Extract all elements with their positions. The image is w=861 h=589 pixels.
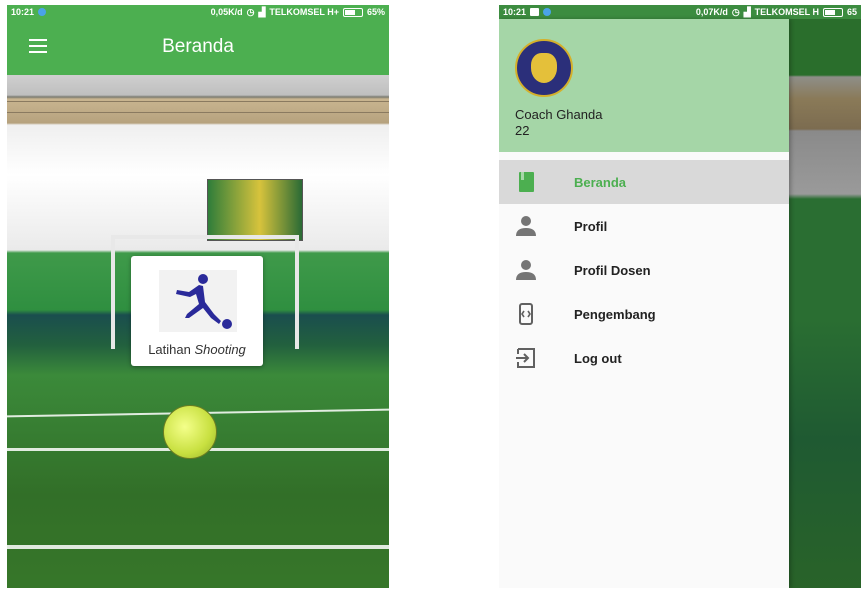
soccer-ball-image	[163, 405, 217, 459]
battery-level: 65%	[366, 7, 385, 17]
nav-item-pengembang[interactable]: Pengembang	[499, 292, 789, 336]
roof-beam	[7, 112, 389, 113]
drawer-header: Coach Ghanda 22	[499, 19, 789, 152]
page-title: Beranda	[162, 36, 234, 57]
court-line	[7, 545, 389, 549]
alarm-icon: ◷	[731, 6, 740, 17]
status-time: 10:21	[503, 7, 527, 17]
code-icon	[519, 303, 533, 325]
gallery-notification-icon	[530, 8, 540, 16]
user-name: Coach Ghanda	[515, 107, 603, 122]
logout-icon	[516, 348, 535, 368]
nav-item-profil[interactable]: Profil	[499, 204, 789, 248]
wall-poster	[207, 179, 303, 241]
card-label-text: Latihan	[148, 342, 195, 357]
home-screen: 10:21 0,05K/d ◷ ▟ TELKOMSEL H+ 65% Beran…	[7, 5, 389, 588]
nav-item-beranda[interactable]: Beranda	[499, 160, 789, 204]
roof-beam	[7, 101, 389, 102]
network-speed: 0,05K/d	[210, 7, 243, 17]
signal-icon: ▟	[258, 6, 266, 17]
notification-icon	[543, 8, 552, 16]
battery-icon	[342, 7, 363, 17]
person-icon	[516, 260, 536, 280]
network-speed: 0,07K/d	[695, 7, 728, 17]
book-icon	[519, 172, 534, 192]
battery-icon	[822, 7, 843, 17]
dimmed-background[interactable]	[789, 19, 861, 588]
status-bar: 10:21 0,05K/d ◷ ▟ TELKOMSEL H+ 65%	[7, 5, 389, 19]
carrier-name: TELKOMSEL H+	[269, 7, 339, 17]
university-logo	[515, 39, 573, 97]
card-label-italic: Shooting	[194, 342, 246, 357]
nav-item-profil-dosen[interactable]: Profil Dosen	[499, 248, 789, 292]
person-icon	[516, 216, 536, 236]
status-time: 10:21	[11, 7, 35, 17]
latihan-shooting-card[interactable]: Latihan Shooting	[131, 256, 263, 366]
user-subtitle: 22	[515, 123, 530, 138]
nav-label: Log out	[574, 350, 622, 366]
drawer-screen: 10:21 0,07K/d ◷ ▟ TELKOMSEL H 65 Coach G…	[499, 5, 861, 588]
soccer-player-kicking-icon	[159, 270, 237, 332]
nav-item-log-out[interactable]: Log out	[499, 336, 789, 380]
app-bar: Beranda	[7, 19, 389, 75]
nav-label: Profil Dosen	[574, 262, 651, 278]
notification-icon	[38, 8, 47, 16]
carrier-name: TELKOMSEL H	[754, 7, 819, 17]
status-bar: 10:21 0,07K/d ◷ ▟ TELKOMSEL H 65	[499, 5, 861, 19]
card-label: Latihan Shooting	[131, 342, 263, 357]
nav-label: Pengembang	[574, 306, 656, 322]
alarm-icon: ◷	[246, 6, 255, 17]
nav-label: Beranda	[574, 174, 627, 190]
battery-level: 65	[846, 7, 857, 17]
nav-label: Profil	[574, 218, 608, 234]
navigation-drawer: Coach Ghanda 22 Beranda Profil Profil Do…	[499, 19, 789, 588]
signal-icon: ▟	[743, 6, 751, 17]
